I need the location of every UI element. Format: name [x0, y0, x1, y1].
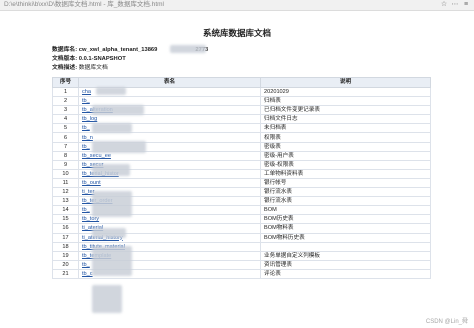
row-index: 5: [52, 123, 79, 134]
table-description: 未归档表: [260, 123, 431, 134]
redaction-blur: [92, 105, 144, 115]
row-index: 15: [52, 214, 79, 225]
row-index: 19: [52, 250, 79, 261]
document-title: 系统库数据库文档: [202, 29, 271, 39]
row-index: 8: [52, 150, 79, 161]
extensions-icon[interactable]: ⋯: [451, 1, 459, 9]
meta-value: 0.0.1-SNAPSHOT: [78, 56, 126, 62]
redaction-blur: [92, 191, 132, 217]
redaction-blur: [92, 228, 126, 238]
table-description: BOM历史表: [260, 214, 431, 225]
table-description: 密级-权限表: [260, 159, 431, 170]
table-description: 归档表: [260, 96, 431, 107]
redaction-blur: [92, 285, 122, 313]
table-description: 评论表: [260, 268, 431, 279]
row-index: 21: [52, 268, 79, 279]
browser-tab-bar: D:\e\thinki\b\xx\D\数据库文档.html - 库_数据库文档.…: [0, 0, 474, 11]
row-index: 7: [52, 141, 79, 152]
table-name-link[interactable]: tb_ount: [78, 177, 261, 189]
table-description: 银行帐号: [260, 177, 431, 189]
row-index: 18: [52, 241, 79, 252]
table-description: 密级-用户表: [260, 150, 431, 161]
row-index: 14: [52, 205, 79, 216]
table-description: 工单物料资料表: [260, 168, 431, 179]
table-description: [260, 241, 431, 252]
meta-label: 文档描述:: [52, 65, 78, 71]
row-index: 10: [52, 168, 79, 179]
table-description: 已归档文件变更记录表: [260, 105, 431, 116]
redaction-blur: [92, 246, 132, 276]
meta-document-description: 文档描述: 数据库文档: [52, 64, 108, 72]
table-description: BOM物料历史表: [260, 232, 431, 243]
column-header-index: 序号: [52, 77, 79, 88]
row-index: 13: [52, 196, 79, 207]
row-index: 6: [52, 132, 79, 143]
meta-document-version: 文档版本: 0.0.1-SNAPSHOT: [52, 55, 126, 63]
meta-label: 文档版本:: [52, 56, 78, 62]
table-header-row: 序号 表名 说明: [52, 77, 431, 88]
table-description: 银行流水表: [260, 187, 431, 198]
redaction-blur: [92, 164, 130, 176]
row-index: 1: [52, 86, 79, 98]
star-icon[interactable]: ☆: [440, 1, 448, 9]
redaction-blur: [96, 87, 126, 95]
table-row: 11 tb_ount 银行帐号: [52, 177, 431, 189]
redaction-blur: [92, 123, 132, 133]
menu-icon[interactable]: ≡: [462, 1, 470, 9]
table-description: 密级表: [260, 141, 431, 152]
row-index: 3: [52, 105, 79, 116]
meta-label: 数据库名:: [52, 47, 78, 53]
watermark: CSDN @Lin_舜: [425, 319, 468, 325]
redaction-blur: [92, 141, 146, 153]
row-index: 16: [52, 223, 79, 234]
redaction-blur: [170, 45, 206, 53]
row-index: 12: [52, 187, 79, 198]
row-index: 20: [52, 259, 79, 270]
table-description: 资讯管理表: [260, 259, 431, 270]
meta-value: cw_xwl_alpha_tenant_13869: [78, 47, 158, 53]
table-description: 银行流水表: [260, 196, 431, 207]
row-index: 4: [52, 114, 79, 125]
table-description: 20201029: [260, 86, 431, 98]
table-description: BOM: [260, 205, 431, 216]
browser-tab-title[interactable]: D:\e\thinki\b\xx\D\数据库文档.html - 库_数据库文档.…: [4, 0, 304, 10]
row-index: 17: [52, 232, 79, 243]
table-description: BOM物料表: [260, 223, 431, 234]
column-header-table-name: 表名: [78, 77, 261, 88]
column-header-description: 说明: [260, 77, 431, 88]
table-description: 业务单据自定义列模板: [260, 250, 431, 261]
row-index: 9: [52, 159, 79, 170]
meta-value: 数据库文档: [78, 65, 108, 71]
row-index: 2: [52, 96, 79, 107]
table-description: 权限表: [260, 132, 431, 143]
table-description: 归档文件日志: [260, 114, 431, 125]
row-index: 11: [52, 177, 79, 189]
